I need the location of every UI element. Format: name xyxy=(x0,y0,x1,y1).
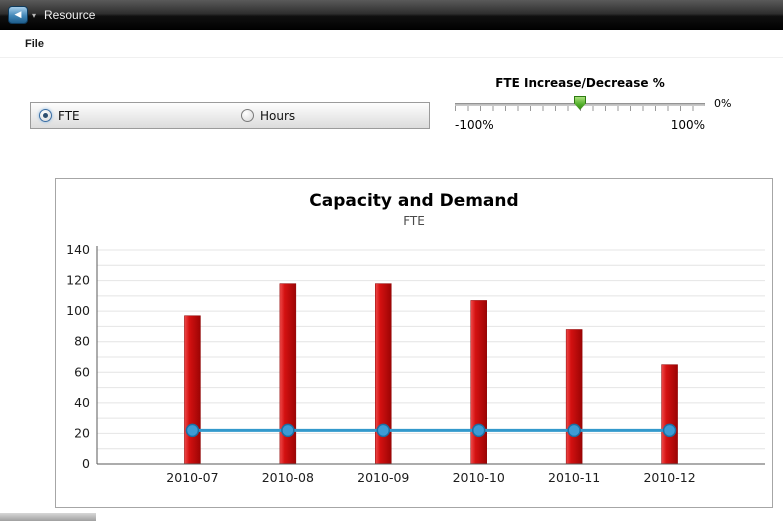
slider-max-label: 100% xyxy=(671,118,705,132)
slider-min-label: -100% xyxy=(455,118,494,132)
fte-slider[interactable] xyxy=(455,96,705,114)
demand-bar-2010-10 xyxy=(471,300,487,464)
main-content: FTE Hours FTE Increase/Decrease % 0% -10… xyxy=(0,58,783,520)
capacity-marker-2010-11 xyxy=(568,424,580,436)
fte-slider-block: FTE Increase/Decrease % 0% -100% 100% xyxy=(455,76,745,132)
back-arrow-icon: ◀ xyxy=(15,11,22,20)
y-axis-label: 0 xyxy=(82,456,90,471)
radio-option-fte[interactable]: FTE xyxy=(39,109,241,123)
capacity-marker-2010-10 xyxy=(473,424,485,436)
chart-panel: Capacity and Demand FTE 0 20 40 60 80 100 120 1… xyxy=(55,178,773,508)
chevron-down-icon[interactable]: ▾ xyxy=(32,11,36,20)
menu-file[interactable]: File xyxy=(25,38,44,50)
y-axis-label: 100 xyxy=(66,303,90,318)
slider-label: FTE Increase/Decrease % xyxy=(455,76,705,90)
window-title: Resource xyxy=(44,8,95,22)
slider-minmax: -100% 100% xyxy=(455,118,705,132)
demand-bar-2010-12 xyxy=(662,365,678,464)
y-axis-label: 140 xyxy=(66,242,90,257)
x-axis-label: 2010-08 xyxy=(262,470,314,485)
menu-bar: File xyxy=(0,30,783,58)
title-bar: ◀ ▾ Resource xyxy=(0,0,783,30)
radio-dot xyxy=(43,113,48,118)
y-axis-label: 120 xyxy=(66,273,90,288)
window-edge xyxy=(0,513,96,521)
radio-unselected-icon xyxy=(241,109,254,122)
x-axis-label: 2010-07 xyxy=(166,470,218,485)
chart-title: Capacity and Demand xyxy=(56,191,772,211)
chart-subtitle: FTE xyxy=(56,214,772,228)
demand-bar-2010-07 xyxy=(184,316,200,464)
capacity-marker-2010-09 xyxy=(377,424,389,436)
radio-label-hours: Hours xyxy=(260,109,295,123)
y-axis-label: 20 xyxy=(74,425,90,440)
x-axis-label: 2010-12 xyxy=(643,470,695,485)
x-axis-label: 2010-10 xyxy=(453,470,505,485)
x-axis-label: 2010-11 xyxy=(548,470,600,485)
unit-toggle-group: FTE Hours xyxy=(30,102,430,129)
slider-value: 0% xyxy=(714,97,731,110)
capacity-demand-chart: 0 20 40 60 80 100 120 140 2010-07 2010-08 2010-09 2… xyxy=(57,230,771,502)
radio-selected-icon xyxy=(39,109,52,122)
radio-option-hours[interactable]: Hours xyxy=(241,109,295,123)
y-axis-label: 60 xyxy=(74,364,90,379)
x-axis-label: 2010-09 xyxy=(357,470,409,485)
demand-bar-2010-11 xyxy=(566,329,582,464)
y-axis-label: 40 xyxy=(74,395,90,410)
capacity-marker-2010-08 xyxy=(282,424,294,436)
y-axis-label: 80 xyxy=(74,334,90,349)
capacity-marker-2010-12 xyxy=(664,424,676,436)
radio-label-fte: FTE xyxy=(58,109,80,123)
back-button[interactable]: ◀ xyxy=(8,6,28,24)
capacity-marker-2010-07 xyxy=(186,424,198,436)
